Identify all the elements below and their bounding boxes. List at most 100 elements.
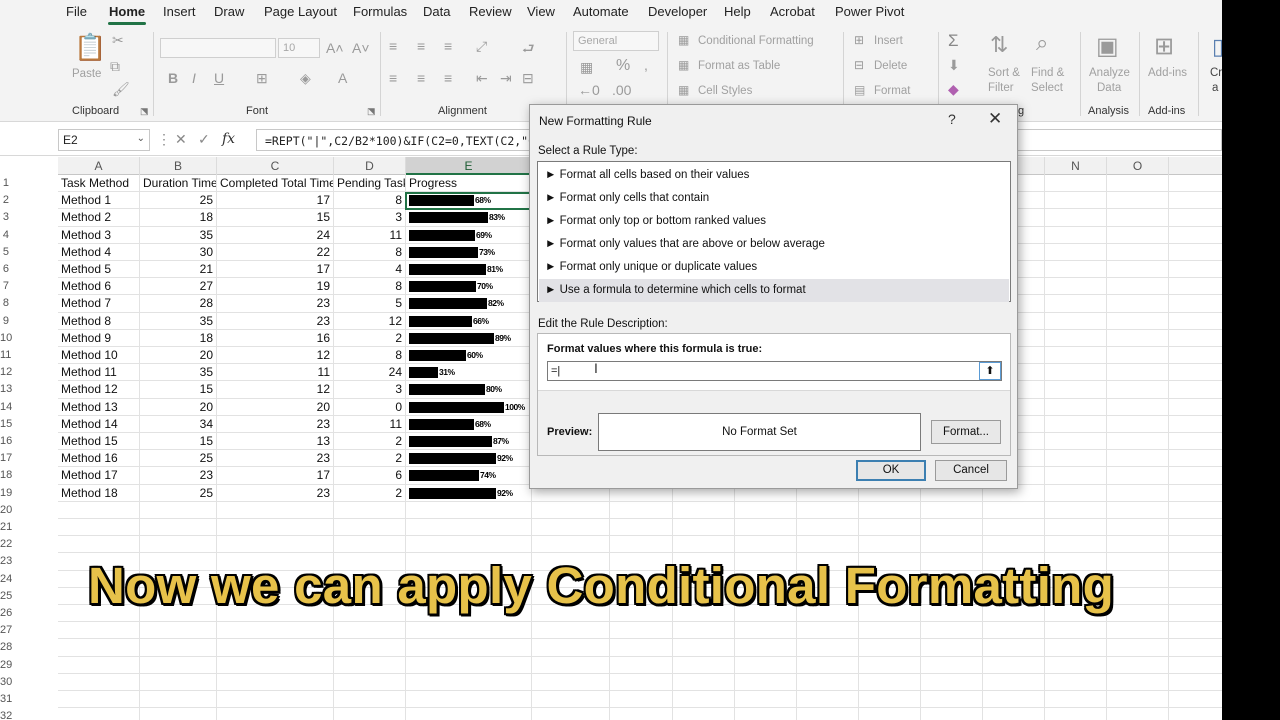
cell[interactable] — [610, 622, 673, 640]
row-number[interactable]: 5 — [0, 244, 64, 261]
underline-icon[interactable]: U — [214, 70, 224, 86]
cell[interactable] — [1045, 691, 1107, 708]
cell[interactable] — [983, 656, 1045, 674]
cell[interactable] — [735, 708, 797, 720]
cell[interactable] — [1045, 484, 1107, 502]
cell[interactable] — [532, 656, 610, 674]
cell[interactable] — [1045, 622, 1107, 640]
cell[interactable] — [797, 519, 859, 536]
cell[interactable]: 15 — [217, 209, 334, 227]
cell[interactable]: Method 4 — [58, 243, 140, 261]
cell[interactable] — [58, 639, 140, 657]
cell[interactable] — [1107, 192, 1169, 210]
currency-icon[interactable]: ▦ — [580, 59, 593, 76]
cell[interactable]: Method 17 — [58, 467, 140, 485]
more-options-icon[interactable]: ⋮ — [157, 131, 171, 148]
progress-cell[interactable]: 81% — [406, 261, 532, 278]
find-select-icon[interactable]: ⌕ — [1036, 30, 1048, 56]
format-button[interactable]: Format... — [931, 420, 1001, 444]
cell[interactable]: 35 — [140, 226, 217, 244]
cell[interactable]: 35 — [140, 312, 217, 330]
cell[interactable]: Method 3 — [58, 226, 140, 244]
cell[interactable] — [1045, 175, 1107, 192]
cell[interactable] — [532, 519, 610, 536]
header-cell[interactable]: Pending Task — [334, 175, 406, 192]
column-header-e[interactable]: E — [406, 157, 532, 175]
addins-icon[interactable]: ⊞ — [1154, 32, 1174, 61]
bottom-align-icon[interactable]: ≡ — [444, 38, 452, 54]
menu-help[interactable]: Help — [724, 4, 751, 19]
middle-align-icon[interactable]: ≡ — [417, 38, 425, 54]
cell[interactable] — [1107, 175, 1169, 192]
cell[interactable] — [921, 519, 983, 536]
cell[interactable]: 8 — [334, 192, 406, 210]
cell[interactable] — [859, 501, 921, 519]
menu-data[interactable]: Data — [423, 4, 450, 19]
cell[interactable] — [797, 536, 859, 554]
column-header-a[interactable]: A — [58, 157, 140, 175]
rule-formula-input[interactable]: =| — [547, 361, 1002, 381]
clipboard-launcher-icon[interactable]: ⬔ — [140, 106, 149, 117]
cell[interactable]: Method 5 — [58, 261, 140, 278]
cell[interactable]: 17 — [217, 261, 334, 278]
cell[interactable] — [532, 673, 610, 691]
cell[interactable] — [140, 519, 217, 536]
cell[interactable] — [217, 691, 334, 708]
font-size-box[interactable]: 10 — [278, 38, 320, 58]
cell[interactable] — [1107, 691, 1169, 708]
rule-type-item[interactable]: ► Format all cells based on their values — [539, 164, 1009, 187]
cell[interactable]: 3 — [334, 209, 406, 227]
cell[interactable]: Method 2 — [58, 209, 140, 227]
progress-cell[interactable]: 31% — [406, 364, 532, 382]
row-number[interactable]: 20 — [0, 502, 64, 519]
cell[interactable] — [983, 622, 1045, 640]
cell[interactable] — [334, 673, 406, 691]
cell[interactable] — [797, 501, 859, 519]
cell[interactable] — [983, 691, 1045, 708]
progress-cell[interactable]: 60% — [406, 347, 532, 364]
cell[interactable] — [735, 519, 797, 536]
cell[interactable] — [1107, 209, 1169, 227]
cell[interactable] — [921, 708, 983, 720]
rule-type-item[interactable]: ► Format only top or bottom ranked value… — [539, 210, 1009, 233]
insert-function-icon[interactable]: fx — [222, 131, 235, 147]
cell[interactable] — [983, 673, 1045, 691]
rule-type-item-selected[interactable]: ► Use a formula to determine which cells… — [539, 279, 1009, 302]
cell[interactable] — [859, 536, 921, 554]
top-align-icon[interactable]: ≡ — [389, 38, 397, 54]
cell[interactable] — [1045, 381, 1107, 399]
cell[interactable] — [1107, 278, 1169, 296]
menu-view[interactable]: View — [527, 4, 555, 19]
cell[interactable] — [58, 622, 140, 640]
column-header-d[interactable]: D — [334, 157, 406, 175]
wrap-text-icon[interactable]: ⮐ — [522, 38, 535, 62]
cell[interactable] — [334, 501, 406, 519]
cell[interactable] — [610, 673, 673, 691]
cell[interactable]: 35 — [140, 364, 217, 382]
cell[interactable] — [859, 519, 921, 536]
cell[interactable] — [735, 691, 797, 708]
delete-cells-icon[interactable]: ⊟ — [854, 58, 864, 72]
cell[interactable] — [1107, 295, 1169, 313]
cell[interactable]: Method 14 — [58, 415, 140, 433]
cell[interactable] — [673, 622, 735, 640]
row-number[interactable]: 28 — [0, 639, 64, 656]
cell[interactable]: Method 6 — [58, 278, 140, 296]
cell[interactable]: Method 10 — [58, 347, 140, 364]
cell[interactable] — [58, 691, 140, 708]
analyze-data-icon[interactable]: ▣ — [1096, 32, 1119, 61]
cell[interactable] — [334, 691, 406, 708]
cell[interactable] — [859, 673, 921, 691]
progress-cell[interactable]: 74% — [406, 467, 532, 485]
progress-cell[interactable]: 87% — [406, 433, 532, 450]
cell[interactable] — [859, 622, 921, 640]
cell[interactable]: 13 — [217, 433, 334, 450]
cell[interactable] — [921, 536, 983, 554]
cell[interactable]: 27 — [140, 278, 217, 296]
cell[interactable] — [334, 622, 406, 640]
cell-styles-icon[interactable]: ▦ — [678, 83, 689, 97]
cell[interactable] — [610, 501, 673, 519]
cell[interactable] — [921, 501, 983, 519]
cell[interactable] — [406, 673, 532, 691]
increase-font-icon[interactable]: A˄ — [326, 40, 344, 56]
